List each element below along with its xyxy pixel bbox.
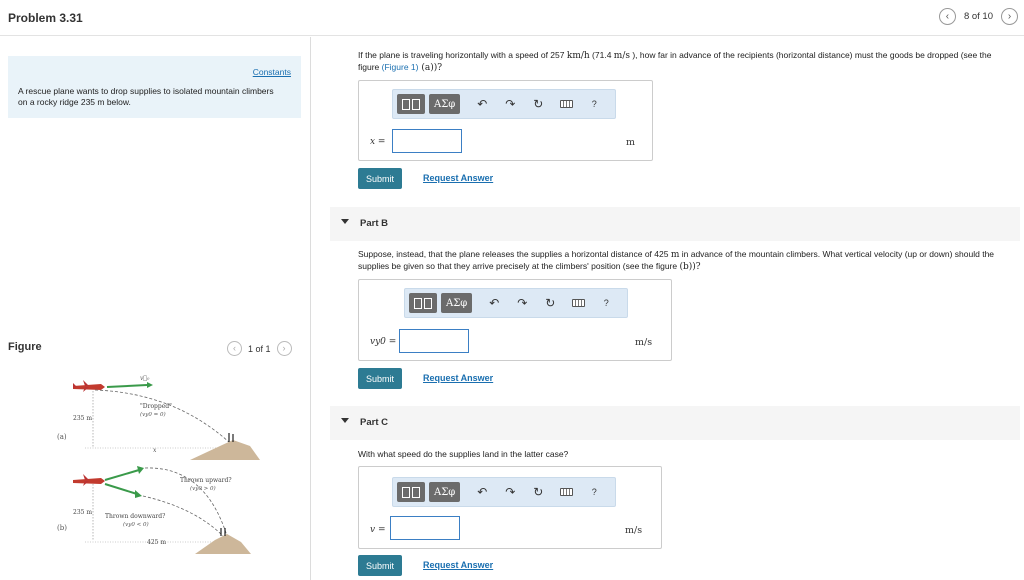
figure-a-velocity-label: v⃗₀: [140, 375, 150, 382]
figure-part-a: (a) v⃗₀ "Dropped" (vy0 = 0) 235 m x: [57, 375, 260, 460]
part-a-math-toolbar: ΑΣφ ↶ ↷ ↻ ?: [392, 89, 616, 119]
velocity-arrow: [106, 384, 148, 388]
problem-statement-box: Constants A rescue plane wants to drop s…: [8, 56, 301, 118]
thrown-upward-label: Thrown upward?: [180, 477, 232, 484]
part-c-submit-button[interactable]: Submit: [358, 555, 403, 576]
thrown-downward-label: Thrown downward?: [105, 513, 165, 520]
keyboard-icon[interactable]: [554, 482, 578, 502]
part-a-figure-ref: (a))?: [418, 63, 443, 73]
dropped-condition: (vy0 = 0): [140, 411, 166, 418]
part-b-submit-button[interactable]: Submit: [358, 368, 403, 389]
constants-link[interactable]: Constants: [253, 67, 291, 77]
part-c-math-toolbar: ΑΣφ ↶ ↷ ↻ ?: [392, 477, 616, 507]
help-icon[interactable]: ?: [594, 293, 618, 313]
problem-title: Problem 3.31: [8, 11, 83, 25]
part-b-question-pre: Suppose, instead, that the plane release…: [358, 249, 671, 259]
greek-symbols-button[interactable]: ΑΣφ: [429, 94, 461, 114]
figure-pager: ‹ 1 of 1 ›: [227, 341, 292, 356]
figure-prev-button[interactable]: ‹: [227, 341, 242, 356]
thrown-downward-condition: (vy0 < 0): [123, 521, 149, 528]
part-b-title: Part B: [360, 218, 388, 229]
redo-icon[interactable]: ↷: [510, 293, 534, 313]
part-a-question-pre: If the plane is traveling horizontally w…: [358, 50, 567, 60]
part-a-unit: m: [626, 137, 636, 148]
part-c-request-answer-link[interactable]: Request Answer: [423, 560, 493, 570]
part-b-question: Suppose, instead, that the plane release…: [358, 249, 1008, 273]
speed-unit-ms: m/s: [613, 51, 630, 61]
x-label: x: [153, 447, 157, 454]
reset-icon[interactable]: ↻: [538, 293, 562, 313]
template-button[interactable]: [397, 94, 425, 114]
template-icon: [414, 297, 432, 309]
part-c-answer-input[interactable]: [390, 516, 460, 540]
prev-problem-button[interactable]: ‹: [938, 8, 956, 25]
thrown-upward-condition: (vy0 > 0): [190, 485, 216, 492]
part-b-request-answer-link[interactable]: Request Answer: [423, 373, 493, 383]
problem-pager-text: 8 of 10: [963, 11, 993, 22]
problem-pager: ‹ 8 of 10 ›: [938, 8, 1018, 25]
part-a-question: If the plane is traveling horizontally w…: [358, 50, 1008, 74]
height-label-a: 235 m: [73, 415, 92, 422]
figure-a-tag: (a): [57, 433, 67, 441]
part-c-answer-box: ΑΣφ ↶ ↷ ↻ ? v = m/s: [358, 466, 662, 549]
part-c-unit: m/s: [625, 525, 643, 536]
height-label-b: 235 m: [73, 509, 92, 516]
part-b-unit: m/s: [635, 337, 653, 348]
figure-label: Figure: [8, 341, 42, 353]
figure-pager-text: 1 of 1: [248, 343, 271, 354]
ridge-b: [195, 534, 251, 554]
part-b-header[interactable]: Part B: [330, 207, 1020, 241]
problem-statement-text: A rescue plane wants to drop supplies to…: [18, 86, 274, 107]
help-icon[interactable]: ?: [582, 482, 606, 502]
undo-icon[interactable]: ↶: [470, 94, 494, 114]
part-b-answer-input[interactable]: [399, 329, 469, 353]
figure-b-tag: (b): [57, 524, 67, 532]
help-icon[interactable]: ?: [582, 94, 606, 114]
template-icon: [402, 486, 420, 498]
part-c-title: Part C: [360, 417, 388, 428]
climbers-a: [228, 433, 234, 442]
reset-icon[interactable]: ↻: [526, 482, 550, 502]
figure-image: (a) v⃗₀ "Dropped" (vy0 = 0) 235 m x (b): [57, 375, 260, 554]
redo-icon[interactable]: ↷: [498, 482, 522, 502]
template-button[interactable]: [409, 293, 437, 313]
part-b-answer-box: ΑΣφ ↶ ↷ ↻ ? vy0 = m/s: [358, 279, 672, 361]
header-bar: Problem 3.31 ‹ 8 of 10 ›: [0, 0, 1024, 36]
part-a-answer-box: ΑΣφ ↶ ↷ ↻ ? x = m: [358, 80, 653, 161]
part-c-question: With what speed do the supplies land in …: [358, 449, 569, 459]
part-b-variable-label: vy0 =: [370, 337, 397, 347]
figure-next-button[interactable]: ›: [276, 341, 292, 356]
part-a-request-answer-link[interactable]: Request Answer: [423, 173, 493, 183]
template-icon: [402, 98, 420, 110]
part-b-figure-ref: (b))?: [679, 262, 701, 272]
part-a-question-mid: (71.4: [589, 50, 614, 60]
panel-divider: [310, 37, 311, 580]
redo-icon[interactable]: ↷: [498, 94, 522, 114]
speed-unit-kmh: km/h: [566, 51, 590, 61]
keyboard-icon[interactable]: [554, 94, 578, 114]
part-a-answer-input[interactable]: [392, 129, 462, 153]
part-c-collapse-icon[interactable]: [341, 418, 349, 423]
undo-icon[interactable]: ↶: [470, 482, 494, 502]
part-c-header[interactable]: Part C: [330, 406, 1020, 440]
distance-label: 425 m: [147, 539, 166, 546]
figure-1-link[interactable]: (Figure 1): [382, 62, 419, 72]
plane-icon-b: [73, 474, 105, 486]
part-a-variable-label: x =: [370, 137, 386, 147]
dropped-label: "Dropped": [140, 403, 172, 410]
keyboard-icon[interactable]: [566, 293, 590, 313]
reset-icon[interactable]: ↻: [526, 94, 550, 114]
climbers-b: [220, 528, 226, 536]
template-button[interactable]: [397, 482, 425, 502]
part-a-submit-button[interactable]: Submit: [358, 168, 403, 189]
part-b-collapse-icon[interactable]: [341, 219, 349, 224]
undo-icon[interactable]: ↶: [482, 293, 506, 313]
greek-symbols-button[interactable]: ΑΣφ: [429, 482, 461, 502]
next-problem-button[interactable]: ›: [1001, 8, 1018, 25]
part-b-math-toolbar: ΑΣφ ↶ ↷ ↻ ?: [404, 288, 628, 318]
figure-part-b: (b) Thrown upward? (vy0 > 0) Thrown down…: [57, 466, 251, 554]
ridge-a: [190, 440, 260, 460]
part-c-variable-label: v =: [370, 525, 386, 535]
greek-symbols-button[interactable]: ΑΣφ: [441, 293, 473, 313]
